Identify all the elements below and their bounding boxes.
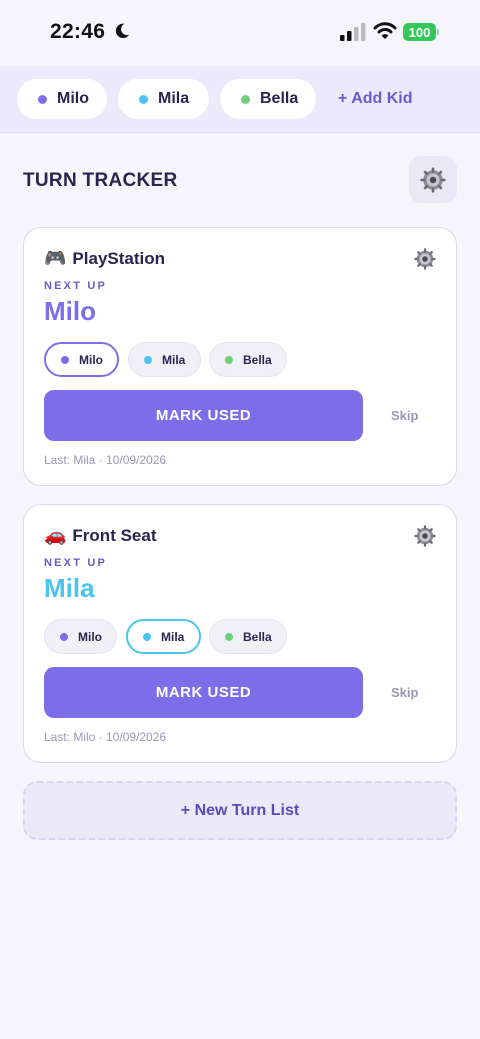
turn-card-playstation: 🎮 PlayStation NEXT UP Milo Milo Mila Bel… xyxy=(23,227,457,486)
wifi-icon xyxy=(373,22,397,39)
kid-chip-bella[interactable]: Bella xyxy=(220,79,316,119)
kid-color-dot xyxy=(241,94,250,104)
order-chip-label: Mila xyxy=(161,629,185,644)
kid-color-dot xyxy=(139,94,148,104)
card-settings-gear-icon[interactable] xyxy=(414,525,436,547)
battery-level: 100 xyxy=(403,23,436,41)
next-up-label: NEXT UP xyxy=(44,557,108,569)
order-chip-label: Milo xyxy=(79,352,103,367)
card-title-text: PlayStation xyxy=(72,248,166,268)
mark-used-button[interactable]: MARK USED xyxy=(44,667,363,718)
turn-card-front-seat: 🚗 Front Seat NEXT UP Mila Milo Mila Bell… xyxy=(23,504,457,763)
order-chip-label: Bella xyxy=(243,352,272,367)
card-title: 🎮 PlayStation xyxy=(44,248,165,269)
kid-chip-mila[interactable]: Mila xyxy=(118,79,209,119)
next-up-label: NEXT UP xyxy=(44,280,108,292)
order-chip-milo[interactable]: Milo xyxy=(44,342,119,377)
order-chip-bella[interactable]: Bella xyxy=(209,342,287,377)
moon-icon xyxy=(115,23,130,39)
order-chip-label: Bella xyxy=(243,629,272,644)
car-icon: 🚗 xyxy=(44,525,67,545)
next-up-name: Mila xyxy=(44,573,95,603)
skip-button[interactable]: Skip xyxy=(391,408,418,423)
order-chip-label: Mila xyxy=(162,352,186,367)
kid-color-dot xyxy=(38,94,47,104)
card-settings-gear-icon[interactable] xyxy=(414,248,436,270)
new-turn-list-button[interactable]: + New Turn List xyxy=(23,781,457,840)
last-used-text: Last: Milo · 10/09/2026 xyxy=(44,730,167,744)
skip-button[interactable]: Skip xyxy=(391,685,418,700)
last-used-text: Last: Mila · 10/09/2026 xyxy=(44,453,167,467)
mark-used-button[interactable]: MARK USED xyxy=(44,390,363,441)
kid-color-dot xyxy=(144,355,152,364)
order-chip-label: Milo xyxy=(78,629,102,644)
kid-color-dot xyxy=(225,355,233,364)
battery-indicator: 100 xyxy=(403,23,439,41)
kid-name: Mila xyxy=(158,90,190,107)
next-up-name: Milo xyxy=(44,296,96,326)
kid-name: Bella xyxy=(260,90,299,107)
battery-tip xyxy=(437,29,439,35)
status-bar: 22:46 100 xyxy=(0,0,480,66)
gear-icon xyxy=(420,166,446,193)
add-kid-button[interactable]: + Add Kid xyxy=(338,90,413,108)
order-chip-bella[interactable]: Bella xyxy=(209,619,287,654)
page-title: TURN TRACKER xyxy=(23,170,178,191)
kid-color-dot xyxy=(225,632,233,641)
order-chip-mila[interactable]: Mila xyxy=(128,342,201,377)
settings-button[interactable] xyxy=(409,156,457,203)
kid-name: Milo xyxy=(57,90,89,107)
signal-icon xyxy=(340,23,366,41)
kid-color-dot xyxy=(143,632,151,641)
order-chip-milo[interactable]: Milo xyxy=(44,619,117,654)
kid-chip-milo[interactable]: Milo xyxy=(17,79,107,119)
status-time: 22:46 xyxy=(50,20,106,43)
kid-color-dot xyxy=(60,632,68,641)
order-chip-mila[interactable]: Mila xyxy=(126,619,201,654)
card-title-text: Front Seat xyxy=(72,525,157,545)
card-title: 🚗 Front Seat xyxy=(44,525,156,546)
game-controller-icon: 🎮 xyxy=(44,248,67,268)
kid-color-dot xyxy=(61,355,69,364)
